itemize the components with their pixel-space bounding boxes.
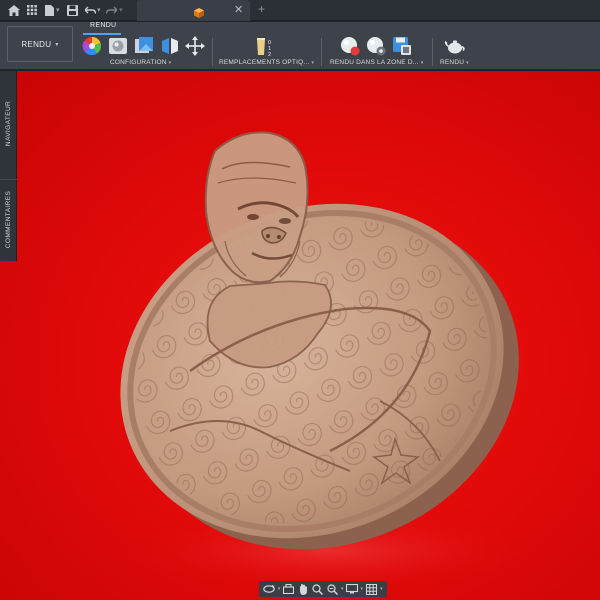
chevron-down-icon: ▾ xyxy=(420,60,424,66)
undo-caret[interactable]: ▾ xyxy=(97,6,101,14)
file-icon[interactable] xyxy=(44,3,54,17)
render-preview-icon[interactable] xyxy=(340,36,360,56)
zoom-icon[interactable] xyxy=(326,583,338,595)
group-label: CONFIGURATION xyxy=(110,59,167,66)
side-panel: NAVIGATEUR COMMENTAIRES xyxy=(0,71,17,261)
chevron-down-icon: ▾ xyxy=(168,60,172,66)
pan-icon[interactable] xyxy=(297,583,309,595)
render-save-icon[interactable] xyxy=(392,36,412,56)
comments-label: COMMENTAIRES xyxy=(5,190,12,249)
save-icon[interactable] xyxy=(66,3,78,17)
workspace-label: RENDU xyxy=(21,39,52,49)
application-bar: ▾ ▾ ▾ ✕ + xyxy=(0,0,600,21)
group-label: RENDU xyxy=(440,59,465,66)
rendered-model xyxy=(120,131,540,591)
teapot-icon[interactable] xyxy=(444,36,466,56)
move-icon[interactable] xyxy=(185,36,205,56)
tab-rendu[interactable]: RENDU xyxy=(90,22,116,29)
navigation-bar: ▾ ▾ ▾ ▾ xyxy=(259,581,387,597)
group-separator xyxy=(212,38,213,66)
group-separator xyxy=(321,38,322,66)
file-menu-caret[interactable]: ▾ xyxy=(56,6,60,14)
tab-comments[interactable]: COMMENTAIRES xyxy=(0,179,17,259)
group-remplacements[interactable]: REMPLACEMENTS OPTIQ... ▾ xyxy=(219,59,314,66)
display-settings-icon[interactable] xyxy=(346,583,359,595)
close-icon[interactable]: ✕ xyxy=(234,3,243,17)
texture-map-icon[interactable] xyxy=(134,36,154,56)
group-label: RENDU DANS LA ZONE D... xyxy=(330,59,419,66)
toolbar-ribbon: RENDU ▾ RENDU CONFIGURATION ▾ 0 1 2 REMP… xyxy=(0,22,600,70)
zoom-window-icon[interactable] xyxy=(312,583,324,595)
workspace-selector[interactable]: RENDU ▾ xyxy=(7,26,73,62)
navigator-label: NAVIGATEUR xyxy=(5,100,13,146)
svg-text:2: 2 xyxy=(268,52,271,58)
group-separator xyxy=(432,38,433,66)
look-at-icon[interactable] xyxy=(283,583,295,595)
group-rendu-zone[interactable]: RENDU DANS LA ZONE D... ▾ xyxy=(330,59,423,66)
app-window: ▾ ▾ ▾ ✕ + RENDU ▾ RENDU CONFIGURATION ▾ … xyxy=(0,0,600,600)
chevron-down-icon[interactable]: ▾ xyxy=(380,586,383,592)
appearance-icon[interactable] xyxy=(160,36,180,56)
chevron-down-icon: ▾ xyxy=(466,60,469,66)
grid-settings-icon[interactable] xyxy=(366,583,378,595)
active-tab-indicator xyxy=(83,33,121,35)
group-configuration[interactable]: CONFIGURATION ▾ xyxy=(110,59,171,66)
chevron-down-icon: ▾ xyxy=(311,60,315,66)
redo-icon[interactable] xyxy=(105,3,117,17)
decal-counter-icon[interactable]: 0 1 2 xyxy=(254,36,274,58)
chevron-down-icon: ▾ xyxy=(55,41,59,48)
document-tab[interactable]: ✕ xyxy=(137,0,250,21)
redo-caret[interactable]: ▾ xyxy=(119,6,123,14)
render-settings-icon[interactable] xyxy=(366,36,386,56)
grid-icon[interactable] xyxy=(26,3,38,17)
undo-icon[interactable] xyxy=(84,3,96,17)
chevron-down-icon[interactable]: ▾ xyxy=(341,586,344,592)
group-rendu[interactable]: RENDU ▾ xyxy=(440,59,469,66)
orbit-icon[interactable] xyxy=(263,583,276,595)
tab-navigator[interactable]: NAVIGATEUR xyxy=(0,73,17,173)
cube-icon xyxy=(194,5,204,23)
color-wheel-icon[interactable] xyxy=(82,36,102,56)
render-viewport[interactable] xyxy=(0,71,600,600)
chevron-down-icon[interactable]: ▾ xyxy=(278,586,281,592)
plus-icon[interactable]: + xyxy=(258,2,265,16)
scene-settings-icon[interactable] xyxy=(108,36,128,56)
home-icon[interactable] xyxy=(7,3,21,17)
chevron-down-icon[interactable]: ▾ xyxy=(361,586,364,592)
group-label: REMPLACEMENTS OPTIQ... xyxy=(219,59,310,66)
